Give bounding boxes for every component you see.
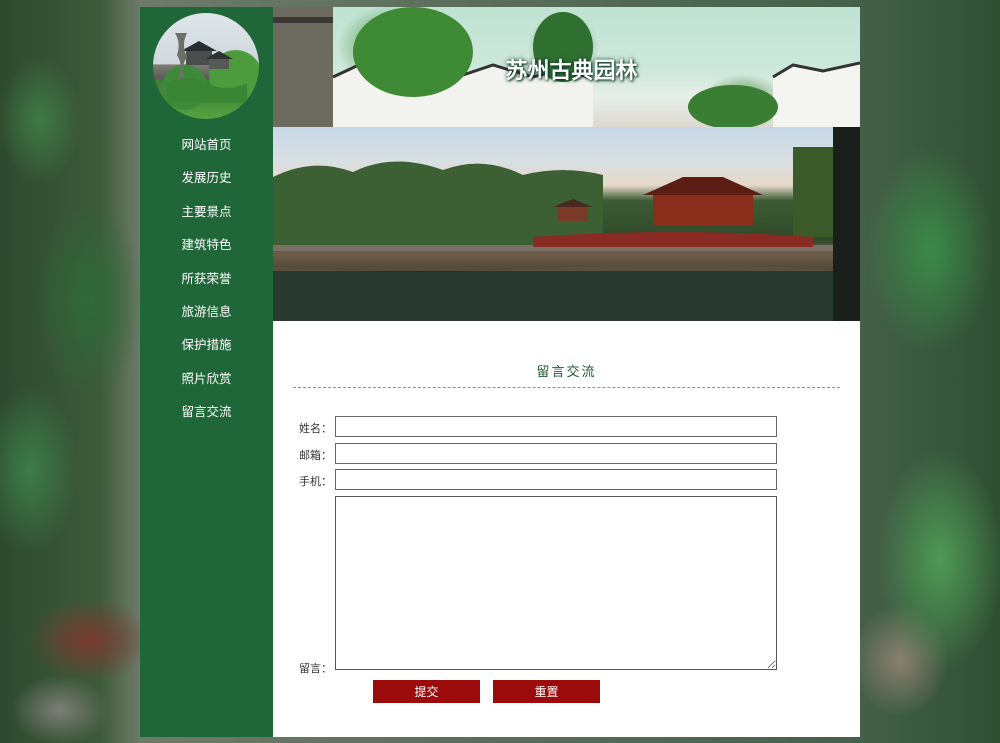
nav-item-guestbook[interactable]: 留言交流 [140,402,273,435]
phone-label: 手机： [299,475,332,488]
phone-input[interactable] [335,469,777,490]
message-textarea[interactable] [335,496,777,670]
site-title: 苏州古典园林 [505,59,638,84]
submit-button[interactable]: 提交 [373,680,480,703]
guestbook-section: 留言交流 姓名： 邮箱： 手机： 留言： 提交 重置 [273,321,860,737]
nav-item-protection[interactable]: 保护措施 [140,335,273,368]
message-label: 留言： [299,662,332,675]
nav-item-honors[interactable]: 所获荣誉 [140,269,273,302]
logo-image [153,13,259,119]
name-input[interactable] [335,416,777,437]
reset-button[interactable]: 重置 [493,680,600,703]
nav-item-history[interactable]: 发展历史 [140,168,273,201]
section-divider [293,387,840,388]
nav-item-photos[interactable]: 照片欣赏 [140,369,273,402]
nav-item-home[interactable]: 网站首页 [140,135,273,168]
page-frame: 网站首页 发展历史 主要景点 建筑特色 所获荣誉 旅游信息 保护措施 照片欣赏 … [140,7,860,737]
section-title: 留言交流 [536,365,597,380]
nav-item-architecture[interactable]: 建筑特色 [140,235,273,268]
nav-item-travel-info[interactable]: 旅游信息 [140,302,273,335]
nav-item-attractions[interactable]: 主要景点 [140,202,273,235]
sidebar: 网站首页 发展历史 主要景点 建筑特色 所获荣誉 旅游信息 保护措施 照片欣赏 … [140,7,273,737]
email-label: 邮箱： [299,449,332,462]
main-nav: 网站首页 发展历史 主要景点 建筑特色 所获荣誉 旅游信息 保护措施 照片欣赏 … [140,135,273,436]
email-input[interactable] [335,443,777,464]
lake-pavilion-image [273,127,860,321]
header-banner: 苏州古典园林 [273,7,860,127]
name-label: 姓名： [299,422,332,435]
